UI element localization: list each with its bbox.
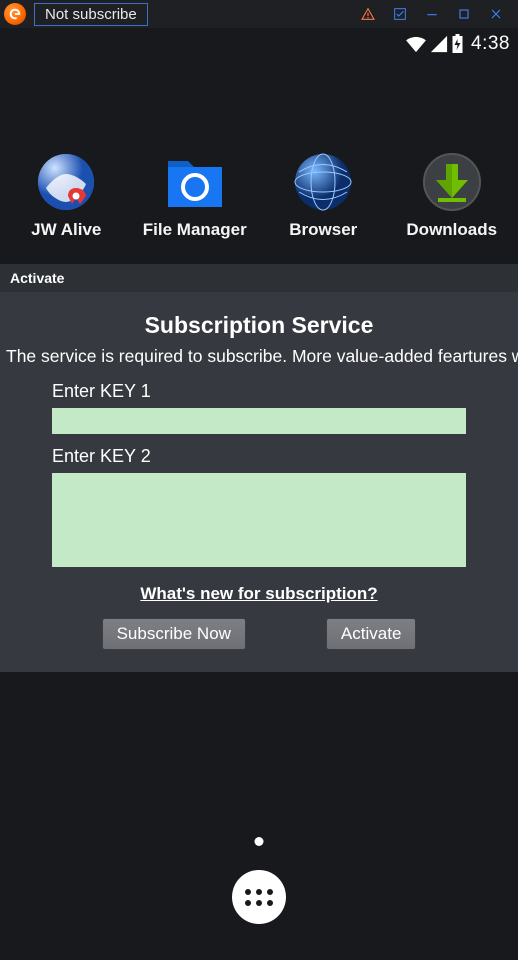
key2-input[interactable] [52,473,466,567]
subscription-description: The service is required to subscribe. Mo… [6,345,504,369]
app-browser[interactable]: Browser [263,152,383,240]
key2-label: Enter KEY 2 [52,446,466,467]
key1-input[interactable] [52,408,466,434]
app-label: File Manager [143,220,247,240]
subscription-panel: Activate Subscription Service The servic… [0,264,518,672]
signal-icon [430,35,448,53]
battery-icon [451,34,464,54]
wifi-icon [405,35,427,53]
browser-icon [293,152,353,212]
minimize-icon[interactable] [416,0,448,28]
app-jw-alive[interactable]: JW Alive [6,152,126,240]
warning-icon[interactable] [352,0,384,28]
subscribe-now-button[interactable]: Subscribe Now [102,618,246,650]
whats-new-link[interactable]: What's new for subscription? [140,584,377,603]
app-logo-icon [4,3,26,25]
app-downloads[interactable]: Downloads [392,152,512,240]
close-icon[interactable] [480,0,512,28]
app-label: Downloads [406,220,497,240]
android-statusbar: 4:38 [0,28,518,60]
app-label: Browser [289,220,357,240]
home-screen: JW Alive File Manager Browser [0,60,518,240]
app-file-manager[interactable]: File Manager [135,152,255,240]
subscription-title: Subscription Service [14,312,504,339]
downloads-icon [422,152,482,212]
page-indicator-dot [255,837,264,846]
window-titlebar: Not subscribe [0,0,518,28]
file-manager-icon [165,152,225,212]
app-label: JW Alive [31,220,101,240]
maximize-icon[interactable] [448,0,480,28]
check-icon[interactable] [384,0,416,28]
key1-label: Enter KEY 1 [52,381,466,402]
app-drawer-button[interactable] [232,870,286,924]
status-clock: 4:38 [471,33,510,55]
jw-alive-icon [36,152,96,212]
window-title: Not subscribe [34,3,148,26]
activate-button[interactable]: Activate [326,618,416,650]
panel-tab-activate[interactable]: Activate [0,264,518,292]
app-drawer-icon [245,889,273,906]
